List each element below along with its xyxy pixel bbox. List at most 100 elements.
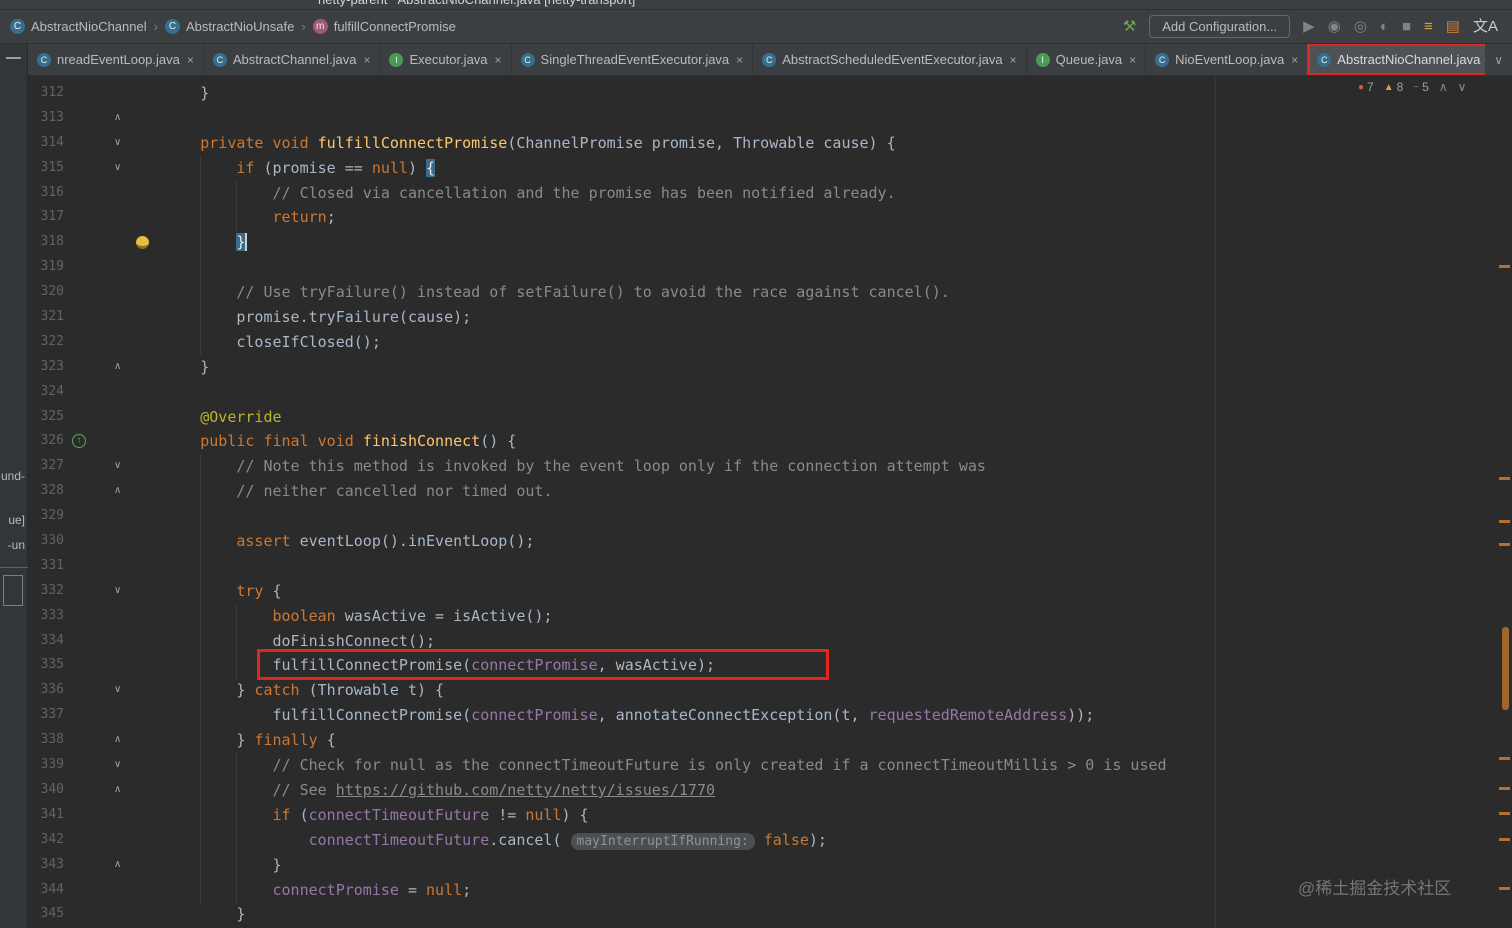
services-icon[interactable]: ≡	[1424, 19, 1433, 34]
close-tab-icon[interactable]: ×	[1129, 53, 1136, 67]
line-number[interactable]: 326	[28, 429, 64, 454]
project-structure-icon[interactable]: ▤	[1446, 19, 1460, 34]
override-marker-icon[interactable]: ↑	[72, 434, 86, 449]
line-number[interactable]: 323	[28, 355, 64, 380]
code-line-317[interactable]: 317 return;	[28, 205, 1512, 230]
coverage-icon[interactable]: ◎	[1354, 19, 1367, 34]
code-text[interactable]: // Use tryFailure() instead of setFailur…	[128, 280, 949, 305]
build-hammer-icon[interactable]: ⚒	[1123, 19, 1136, 34]
line-number[interactable]: 321	[28, 305, 64, 330]
inspections-widget[interactable]: ● 7 ▲ 8 ~5 ∧ ∨	[1358, 80, 1466, 94]
code-line-323[interactable]: 323 ∧ }	[28, 355, 1512, 380]
tab-AbstractNioChannel.java[interactable]: C AbstractNioChannel.java	[1307, 44, 1486, 75]
tab-Queue.java[interactable]: I Queue.java ×	[1027, 44, 1147, 75]
fold-marker-icon[interactable]: ∧	[114, 853, 121, 878]
code-text[interactable]: if (promise == null) {	[128, 156, 436, 181]
fold-marker-icon[interactable]: ∨	[114, 753, 121, 778]
close-tab-icon[interactable]: ×	[1291, 53, 1298, 67]
fold-marker-icon[interactable]: ∧	[114, 106, 121, 131]
code-line-331[interactable]: 331	[28, 554, 1512, 579]
line-number[interactable]: 319	[28, 255, 64, 280]
code-line-333[interactable]: 333 boolean wasActive = isActive();	[28, 604, 1512, 629]
inspection-warning[interactable]: ▲ 8	[1384, 80, 1404, 94]
inspection-typo[interactable]: ~5	[1413, 80, 1429, 94]
code-text[interactable]: closeIfClosed();	[128, 330, 381, 355]
code-text[interactable]: // Closed via cancellation and the promi…	[128, 181, 896, 206]
code-line-344[interactable]: 344 connectPromise = null;	[28, 878, 1512, 903]
analysis-stripe-mark[interactable]	[1499, 787, 1510, 790]
line-number[interactable]: 316	[28, 181, 64, 206]
code-text[interactable]: connectPromise = null;	[128, 878, 472, 903]
fold-marker-icon[interactable]: ∨	[114, 678, 121, 703]
line-number[interactable]: 333	[28, 604, 64, 629]
line-number[interactable]: 330	[28, 529, 64, 554]
line-number[interactable]: 337	[28, 703, 64, 728]
close-tab-icon[interactable]: ×	[187, 53, 194, 67]
breadcrumb-item[interactable]: C AbstractNioUnsafe	[164, 19, 294, 34]
line-number[interactable]: 328	[28, 479, 64, 504]
code-text[interactable]: private void fulfillConnectPromise(Chann…	[128, 131, 895, 156]
code-text[interactable]: }	[128, 902, 245, 927]
code-line-324[interactable]: 324	[28, 380, 1512, 405]
code-line-332[interactable]: 332 ∨ try {	[28, 579, 1512, 604]
line-number[interactable]: 322	[28, 330, 64, 355]
line-number[interactable]: 318	[28, 230, 64, 255]
close-tab-icon[interactable]: ×	[736, 53, 743, 67]
line-number[interactable]: 324	[28, 380, 64, 405]
fold-marker-icon[interactable]: ∧	[114, 778, 121, 803]
code-text[interactable]: // Check for null as the connectTimeoutF…	[128, 753, 1167, 778]
prev-problem-icon[interactable]: ∧	[1439, 80, 1448, 94]
tab-AbstractChannel.java[interactable]: C AbstractChannel.java ×	[204, 44, 381, 75]
code-line-315[interactable]: 315 ∨ if (promise == null) {	[28, 156, 1512, 181]
code-line-342[interactable]: 342 connectTimeoutFuture.cancel( mayInte…	[28, 828, 1512, 853]
breadcrumb-item[interactable]: m fulfillConnectPromise	[312, 19, 456, 34]
code-text[interactable]: return;	[128, 205, 336, 230]
fold-marker-icon[interactable]: ∧	[114, 479, 121, 504]
code-text[interactable]: // Note this method is invoked by the ev…	[128, 454, 986, 479]
code-line-316[interactable]: 316 // Closed via cancellation and the p…	[28, 181, 1512, 206]
code-text[interactable]: public final void finishConnect() {	[128, 429, 516, 454]
code-text[interactable]: fulfillConnectPromise(connectPromise, an…	[128, 703, 1094, 728]
code-text[interactable]: connectTimeoutFuture.cancel( mayInterrup…	[128, 828, 827, 853]
fold-marker-icon[interactable]: ∨	[114, 579, 121, 604]
code-line-330[interactable]: 330 assert eventLoop().inEventLoop();	[28, 529, 1512, 554]
code-line-322[interactable]: 322 closeIfClosed();	[28, 330, 1512, 355]
fold-marker-icon[interactable]: ∧	[114, 728, 121, 753]
line-number[interactable]: 342	[28, 828, 64, 853]
code-line-345[interactable]: 345 }	[28, 902, 1512, 927]
tab-NioEventLoop.java[interactable]: C NioEventLoop.java ×	[1146, 44, 1309, 75]
line-number[interactable]: 327	[28, 454, 64, 479]
run-configuration-select[interactable]: Add Configuration...	[1149, 15, 1291, 38]
code-text[interactable]: @Override	[128, 405, 281, 430]
line-number[interactable]: 338	[28, 728, 64, 753]
code-line-343[interactable]: 343 ∧ }	[28, 853, 1512, 878]
code-text[interactable]: }	[128, 81, 209, 106]
code-line-318[interactable]: 318 }	[28, 230, 1512, 255]
code-editor[interactable]: 312 } 313 ∧ 314 ∨ private void fulfillConnec…	[28, 76, 1512, 928]
analysis-stripe-mark[interactable]	[1499, 543, 1510, 546]
inspection-error[interactable]: ● 7	[1358, 80, 1374, 94]
code-line-328[interactable]: 328 ∧ // neither cancelled nor timed out.	[28, 479, 1512, 504]
line-number[interactable]: 317	[28, 205, 64, 230]
code-line-340[interactable]: 340 ∧ // See https://github.com/netty/net…	[28, 778, 1512, 803]
translate-icon[interactable]: 文A	[1473, 19, 1498, 34]
line-number[interactable]: 332	[28, 579, 64, 604]
close-tab-icon[interactable]: ×	[363, 53, 370, 67]
line-number[interactable]: 341	[28, 803, 64, 828]
code-line-327[interactable]: 327 ∨ // Note this method is invoked by t…	[28, 454, 1512, 479]
line-number[interactable]: 345	[28, 902, 64, 927]
profiler-icon[interactable]: ◐	[1380, 19, 1389, 34]
tab-nreadEventLoop.java[interactable]: CnreadEventLoop.java ×	[28, 44, 204, 75]
code-line-313[interactable]: 313 ∧	[28, 106, 1512, 131]
code-line-325[interactable]: 325 @Override	[28, 405, 1512, 430]
line-number[interactable]: 336	[28, 678, 64, 703]
code-line-326[interactable]: 326 ↑ public final void finishConnect() {	[28, 429, 1512, 454]
analysis-stripe-mark[interactable]	[1499, 838, 1510, 841]
code-line-329[interactable]: 329	[28, 504, 1512, 529]
tabs-dropdown-icon[interactable]: ∨	[1485, 53, 1512, 67]
tab-SingleThreadEventExecutor.java[interactable]: C SingleThreadEventExecutor.java ×	[512, 44, 754, 75]
line-number[interactable]: 339	[28, 753, 64, 778]
code-line-336[interactable]: 336 ∨ } catch (Throwable t) {	[28, 678, 1512, 703]
code-text[interactable]: } finally {	[128, 728, 335, 753]
code-line-320[interactable]: 320 // Use tryFailure() instead of setFa…	[28, 280, 1512, 305]
